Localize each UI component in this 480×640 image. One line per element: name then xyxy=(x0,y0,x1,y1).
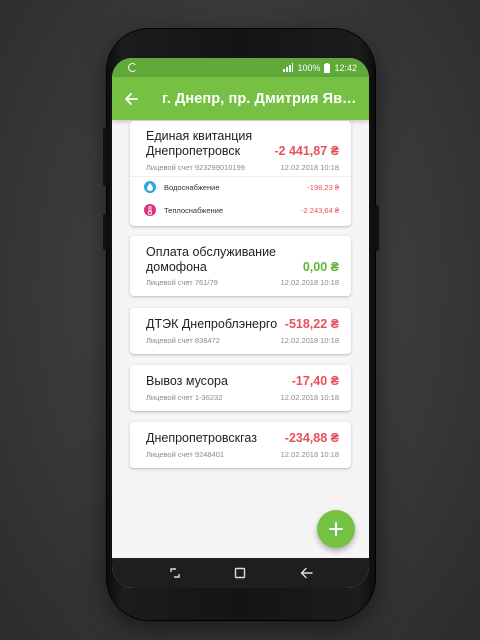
service-amount: -2 243,64 ₴ xyxy=(301,205,339,215)
bill-card[interactable]: Днепропетровскгаз -234,88 ₴ Лицевой счет… xyxy=(130,422,351,468)
volume-button xyxy=(103,128,107,186)
account-number: Лицевой счет 836472 xyxy=(146,336,220,345)
bill-date: 12.02.2018 10:18 xyxy=(280,278,339,287)
bill-card[interactable]: ДТЭК Днепроблэнерго -518,22 ₴ Лицевой сч… xyxy=(130,308,351,354)
bill-name: Вывоз мусора xyxy=(146,374,228,388)
recent-apps-icon xyxy=(170,568,180,578)
bill-card[interactable]: Вывоз мусора -17,40 ₴ Лицевой счет 1-362… xyxy=(130,365,351,411)
water-drop-icon xyxy=(144,181,156,193)
bill-list: Единая квитанция Днепропетровск -2 441,8… xyxy=(112,120,369,564)
system-nav-bar xyxy=(112,558,369,588)
service-row[interactable]: Водоснабжение -198,23 ₴ xyxy=(144,180,339,194)
service-row[interactable]: Теплоснабжение -2 243,64 ₴ xyxy=(144,203,339,217)
bill-amount: -17,40 ₴ xyxy=(291,374,339,388)
signal-icon xyxy=(283,63,294,72)
back-button[interactable] xyxy=(112,77,150,120)
bill-name: Днепропетровскгаз xyxy=(146,431,257,445)
back-arrow-icon xyxy=(300,567,313,579)
home-button[interactable] xyxy=(228,561,252,585)
page-title: г. Днепр, пр. Дмитрия Яворницкого xyxy=(162,90,362,107)
bill-date: 12.02.2018 10:18 xyxy=(280,336,339,345)
service-label: Теплоснабжение xyxy=(164,205,223,215)
account-number: Лицевой счет 761/79 xyxy=(146,278,218,287)
thermometer-icon xyxy=(144,204,156,216)
recent-apps-button[interactable] xyxy=(163,561,187,585)
arrow-left-icon xyxy=(125,92,138,105)
back-nav-button[interactable] xyxy=(294,561,318,585)
app-bar: г. Днепр, пр. Дмитрия Яворницкого xyxy=(112,77,369,120)
bixby-button xyxy=(103,214,107,250)
bill-date: 12.02.2018 10:18 xyxy=(280,163,339,172)
battery-icon xyxy=(324,62,331,73)
account-number: Лицевой счет 9248401 xyxy=(146,450,225,459)
bill-date: 12.02.2018 10:18 xyxy=(280,450,339,459)
bill-name: Единая квитанция Днепропетровск xyxy=(146,129,253,158)
bill-name: ДТЭК Днепроблэнерго xyxy=(146,317,278,331)
battery-percent: 100% xyxy=(297,62,321,73)
account-number: Лицевой счет 1-36232 xyxy=(146,393,223,402)
phone-screen: 100% 12:42 г. Днепр, пр. Дмитрия Яворниц… xyxy=(112,58,369,588)
service-label: Водоснабжение xyxy=(164,182,220,192)
home-icon xyxy=(235,567,246,579)
bill-card[interactable]: Оплата обслуживание домофона 0,00 ₴ Лице… xyxy=(130,236,351,296)
bill-date: 12.02.2018 10:18 xyxy=(280,393,339,402)
status-bar: 100% 12:42 xyxy=(112,58,369,77)
bill-card[interactable]: Единая квитанция Днепропетровск -2 441,8… xyxy=(130,121,351,226)
divider xyxy=(130,176,351,177)
account-number: Лицевой счет 923299010199 xyxy=(146,163,245,172)
bill-amount: -234,88 ₴ xyxy=(284,431,339,445)
clock: 12:42 xyxy=(334,62,357,73)
plus-icon xyxy=(329,522,343,536)
bill-amount: -2 441,87 ₴ xyxy=(274,144,339,158)
bill-amount: -518,22 ₴ xyxy=(284,317,339,331)
bill-name: Оплата обслуживание домофона xyxy=(146,245,277,274)
sync-icon xyxy=(128,63,137,72)
bill-amount: 0,00 ₴ xyxy=(302,260,339,274)
power-button xyxy=(375,205,379,251)
service-amount: -198,23 ₴ xyxy=(307,182,339,192)
status-right: 100% 12:42 xyxy=(283,62,357,73)
add-button[interactable] xyxy=(317,510,355,548)
